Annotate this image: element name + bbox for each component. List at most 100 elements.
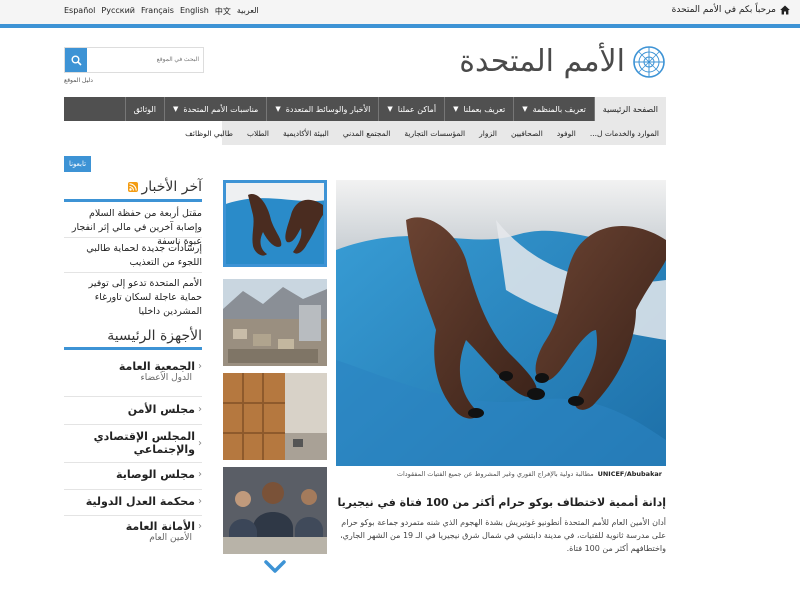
nav-label: مناسبات الأمم المتحدة [183,104,259,114]
organ-label: المجلس الإقتصادي والإجتماعي [93,430,195,456]
main-nav: الصفحة الرئيسية تعريف بالمنظمة ▼ تعريف بع… [64,97,666,121]
chevron-down-icon[interactable] [264,559,286,575]
organ-label: الجمعية العامة [118,360,195,373]
sub-nav-job-seekers[interactable]: طالبي الوظائف [178,121,240,145]
un-emblem-icon [633,45,665,78]
room-thumbnail [223,373,327,460]
nav-item-where-we-work[interactable]: أماكن عملنا ▼ [378,97,444,121]
organ-trusteeship-council[interactable]: ‹ مجلس الوصاية [64,468,202,481]
language-switcher: Español Русский Français English 中文 العر… [64,6,259,17]
search-box [64,47,204,73]
site-index-link[interactable]: دليل الموقع [64,77,93,84]
sub-nav-civil-society[interactable]: المجتمع المدني [336,121,398,145]
caret-down-icon: ▼ [387,105,393,113]
chevron-left-icon: ‹ [198,404,202,415]
lang-ru[interactable]: Русский [101,6,135,17]
divider [64,462,202,463]
divider [64,515,202,516]
home-icon [780,5,790,15]
nav-label: الوثائق [133,104,156,114]
photo-credit-bar: UNICEF/Abubakar مطالبة دولية بالإفراج ال… [336,466,666,482]
site-title: الأمم المتحدة [459,44,625,79]
main-organs-heading: الأجهزة الرئيسية [64,328,202,344]
feature-headline[interactable]: إدانة أممية لاختطاف بوكو حرام أكثر من 10… [336,496,666,509]
latest-news-rule [64,199,202,202]
organ-ecosoc[interactable]: ‹ المجلس الإقتصادي والإجتماعي [64,430,202,456]
organ-label: الأمانة العامة [125,520,195,533]
feature-summary: أدان الأمين العام للأمم المتحدة أنطونيو … [340,518,666,553]
nav-label: الأخبار والوسائط المتعددة [285,104,371,114]
photo-credit: UNICEF/Abubakar [597,470,662,478]
caret-down-icon: ▼ [172,105,179,113]
nav-label: أماكن عملنا [397,104,437,114]
hands-thumbnail [223,180,327,267]
council-thumbnail [223,467,327,554]
organ-sublink[interactable]: الدول الأعضاء [64,373,202,383]
nav-item-our-work[interactable]: تعريف بعملنا ▼ [444,97,513,121]
nav-label: تعريف بالمنظمة [532,104,586,114]
organ-secretariat[interactable]: ‹ الأمانة العامة الأمين العام [64,520,202,543]
lang-en[interactable]: English [180,6,209,17]
caret-down-icon: ▼ [453,105,459,113]
carousel-thumb-city[interactable] [223,279,327,366]
main-organs-title: الأجهزة الرئيسية [107,328,202,344]
sub-nav-delegates[interactable]: الوفود [550,121,583,145]
chevron-left-icon: ‹ [198,496,202,507]
organ-general-assembly[interactable]: ‹ الجمعية العامة الدول الأعضاء [64,360,202,383]
city-thumbnail [223,279,327,366]
top-bar: Español Русский Français English 中文 العر… [0,0,800,28]
divider [64,237,202,238]
chevron-left-icon: ‹ [198,437,202,449]
rss-icon[interactable] [127,182,138,192]
sub-nav-students[interactable]: الطلاب [240,121,276,145]
sub-nav: الموارد والخدمات ل... الوفود الصحافيين ا… [185,121,666,145]
carousel-thumb-council[interactable] [223,467,327,554]
sub-nav-academia[interactable]: البيئة الأكاديمية [276,121,336,145]
organ-security-council[interactable]: ‹ مجلس الأمن [64,403,202,416]
organ-icj[interactable]: ‹ محكمة العدل الدولية [64,495,202,508]
photo-caption: مطالبة دولية بالإفراج الفوري وغير المشرو… [396,470,594,478]
search-icon [71,55,82,66]
site-logo[interactable]: الأمم المتحدة [459,44,665,79]
sub-nav-visitors[interactable]: الزوار [472,121,504,145]
search-button[interactable] [65,48,87,72]
news-item[interactable]: الأمم المتحدة تدعو إلى توفير حماية عاجلة… [64,277,202,319]
nav-item-home[interactable]: الصفحة الرئيسية [593,97,666,121]
follow-us-button[interactable]: تابعونا [64,156,91,172]
nav-label: تعريف بعملنا [463,104,506,114]
lang-zh[interactable]: 中文 [215,6,231,17]
latest-news-title: آخر الأخبار [141,179,203,195]
divider [64,489,202,490]
carousel-thumb-room[interactable] [223,373,327,460]
sub-nav-business[interactable]: المؤسسات التجارية [397,121,472,145]
hands-photo [336,180,666,466]
nav-label: الصفحة الرئيسية [602,104,658,114]
divider [64,396,202,397]
organ-label: مجلس الوصاية [116,468,195,481]
sub-nav-journalists[interactable]: الصحافيين [504,121,550,145]
carousel-thumb-hands[interactable] [223,180,327,267]
nav-item-documents[interactable]: الوثائق [124,97,164,121]
chevron-left-icon: ‹ [198,521,202,532]
chevron-left-icon: ‹ [198,469,202,480]
sub-nav-resources[interactable]: الموارد والخدمات ل... [582,121,666,145]
caret-down-icon: ▼ [275,105,281,113]
feature-photo[interactable] [336,180,666,466]
nav-item-events[interactable]: مناسبات الأمم المتحدة ▼ [163,97,266,121]
latest-news-heading[interactable]: آخر الأخبار [64,179,202,195]
main-organs-rule [64,347,202,350]
caret-down-icon: ▼ [522,105,528,113]
divider [64,424,202,425]
organ-sublink[interactable]: الأمين العام [64,533,202,543]
top-accent-line [0,24,800,28]
news-item[interactable]: إرشادات جديدة لحماية طالبي اللجوء من الت… [64,242,202,270]
lang-fr[interactable]: Français [141,6,174,17]
lang-ar[interactable]: العربية [237,6,259,17]
search-input[interactable] [89,48,203,72]
nav-item-news-media[interactable]: الأخبار والوسائط المتعددة ▼ [266,97,378,121]
welcome-link[interactable]: مرحباً بكم في الأمم المتحدة [672,5,790,15]
lang-es[interactable]: Español [64,6,95,17]
nav-item-about[interactable]: تعريف بالمنظمة ▼ [513,97,594,121]
organ-label: محكمة العدل الدولية [85,495,195,508]
welcome-text: مرحباً بكم في الأمم المتحدة [671,5,776,15]
